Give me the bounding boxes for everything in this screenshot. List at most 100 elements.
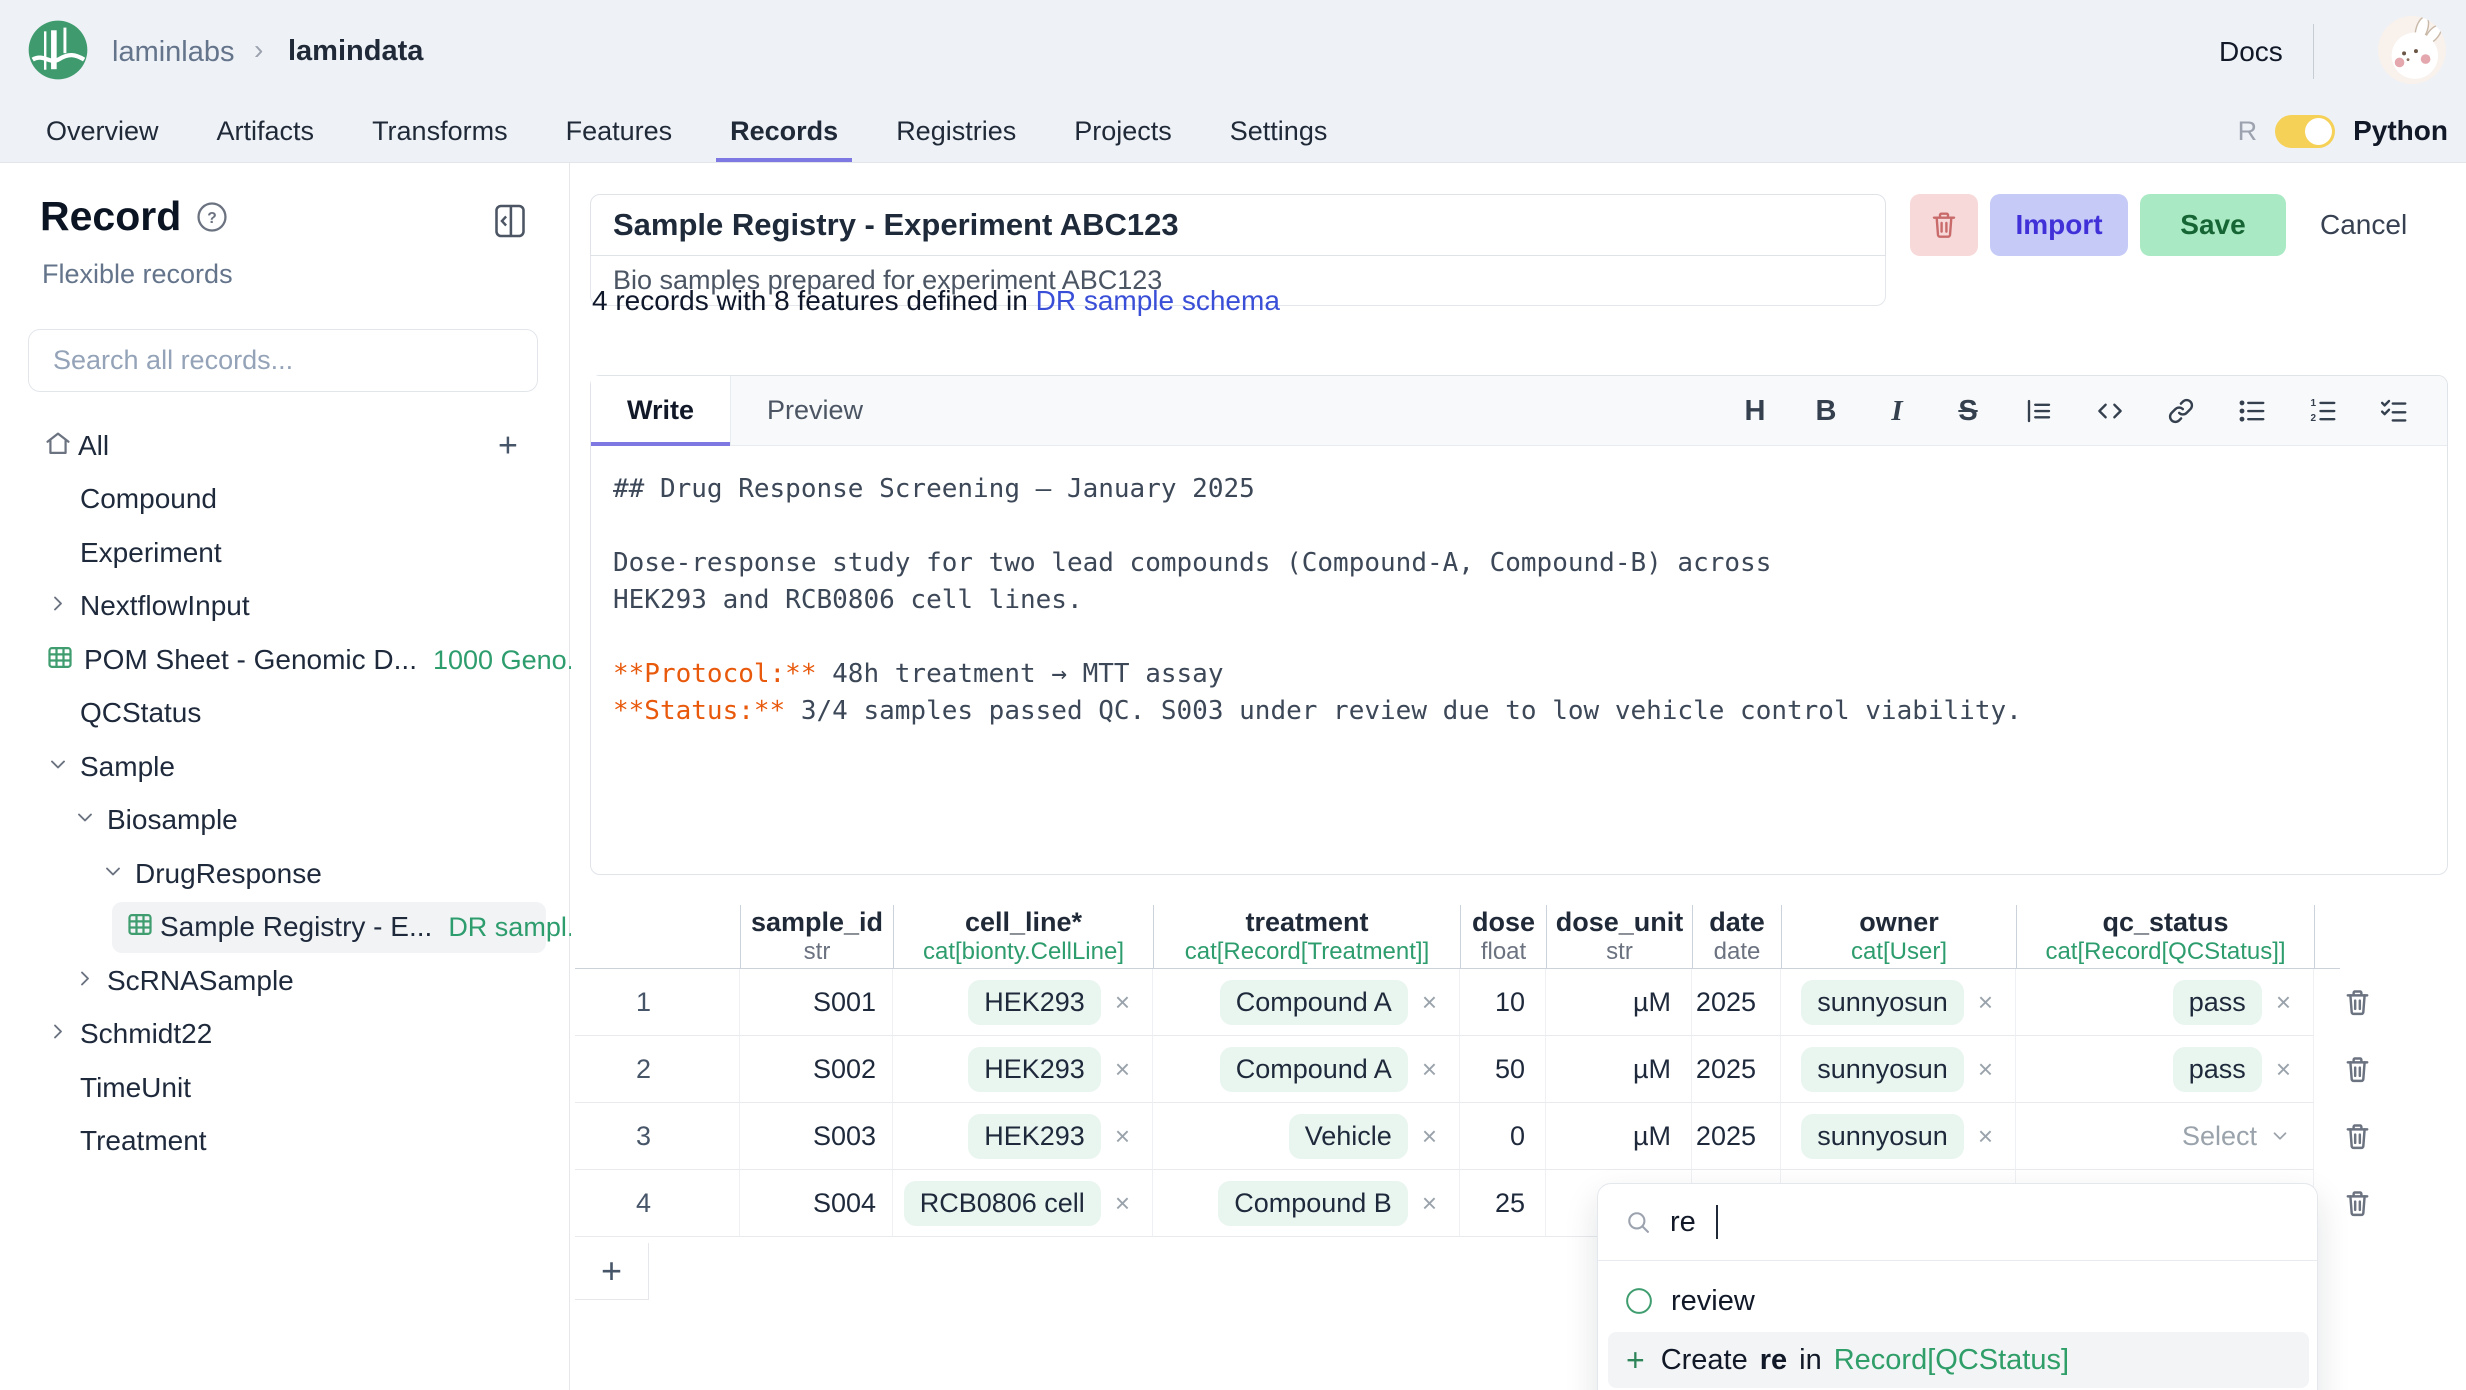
tab-preview[interactable]: Preview — [731, 376, 899, 445]
sidebar-item-compound[interactable]: Compound — [0, 473, 560, 526]
cancel-button[interactable]: Cancel — [2298, 194, 2429, 256]
sidebar-item-nextflowinput[interactable]: NextflowInput — [0, 580, 560, 633]
chevron-right-icon[interactable] — [46, 1020, 70, 1049]
nav-tab-settings[interactable]: Settings — [1230, 100, 1328, 162]
column-header-sample_id[interactable]: sample_idstr — [740, 905, 893, 968]
chevron-right-icon[interactable] — [46, 592, 70, 621]
remove-value-icon[interactable]: × — [1422, 1121, 1437, 1152]
remove-value-icon[interactable]: × — [1422, 987, 1437, 1018]
heading-icon[interactable]: H — [1738, 394, 1772, 428]
remove-value-icon[interactable]: × — [1422, 1054, 1437, 1085]
schema-link[interactable]: DR sample schema — [1036, 285, 1280, 316]
value-pill[interactable]: sunnyosun — [1801, 1047, 1964, 1092]
remove-value-icon[interactable]: × — [1115, 1054, 1130, 1085]
sidebar-item-pom-sheet-genomic-d[interactable]: POM Sheet - Genomic D...1000 Geno... — [0, 633, 560, 686]
value-pill[interactable]: Compound B — [1218, 1181, 1408, 1226]
value-pill[interactable]: HEK293 — [968, 1047, 1101, 1092]
dropdown-option-review[interactable]: review — [1598, 1276, 2317, 1326]
column-header-dose_unit[interactable]: dose_unitstr — [1546, 905, 1692, 968]
sidebar-item-timeunit[interactable]: TimeUnit — [0, 1061, 560, 1114]
sidebar-collapse-button[interactable] — [492, 201, 528, 241]
value-pill[interactable]: Vehicle — [1289, 1114, 1408, 1159]
language-r-label[interactable]: R — [2238, 116, 2258, 147]
lamin-logo-icon[interactable] — [26, 18, 90, 82]
cell-treatment[interactable]: Compound B × — [1153, 1170, 1460, 1237]
quote-icon[interactable] — [2022, 394, 2056, 428]
column-header-qc_status[interactable]: qc_statuscat[Record[QCStatus]] — [2016, 905, 2314, 968]
value-pill[interactable]: pass — [2173, 980, 2262, 1025]
nav-tab-overview[interactable]: Overview — [46, 100, 159, 162]
chevron-down-icon[interactable] — [73, 806, 97, 835]
remove-value-icon[interactable]: × — [1115, 1188, 1130, 1219]
strikethrough-icon[interactable]: S — [1951, 394, 1985, 428]
cell-dose_unit[interactable]: µM — [1546, 1103, 1692, 1170]
bold-icon[interactable]: B — [1809, 394, 1843, 428]
cell-dose_unit[interactable]: µM — [1546, 1036, 1692, 1103]
cell-date[interactable]: 2025 — [1692, 1036, 1781, 1103]
nav-tab-artifacts[interactable]: Artifacts — [217, 100, 315, 162]
cell-cell_line[interactable]: HEK293× — [893, 969, 1153, 1036]
column-header-cell_line[interactable]: cell_line*cat[bionty.CellLine] — [893, 905, 1153, 968]
add-row-button[interactable]: + — [575, 1243, 649, 1300]
sidebar-item-scrnasample[interactable]: ScRNASample — [0, 954, 560, 1007]
value-pill[interactable]: Compound A — [1220, 1047, 1408, 1092]
remove-value-icon[interactable]: × — [1978, 987, 1993, 1018]
cell-dose[interactable]: 0 — [1460, 1103, 1546, 1170]
delete-row-button[interactable] — [2337, 1050, 2377, 1090]
sidebar-item-sample[interactable]: Sample — [0, 740, 560, 793]
remove-value-icon[interactable]: × — [2276, 1054, 2291, 1085]
bullet-list-icon[interactable] — [2235, 394, 2269, 428]
value-pill[interactable]: sunnyosun — [1801, 1114, 1964, 1159]
sidebar-item-treatment[interactable]: Treatment — [0, 1115, 560, 1168]
cell-owner[interactable]: sunnyosun × — [1781, 1036, 2016, 1103]
value-pill[interactable]: sunnyosun — [1801, 980, 1964, 1025]
tab-write[interactable]: Write — [591, 376, 731, 445]
search-input[interactable] — [28, 329, 538, 392]
link-icon[interactable] — [2164, 394, 2198, 428]
cell-qc_status[interactable]: pass× — [2016, 1036, 2314, 1103]
delete-row-button[interactable] — [2337, 1117, 2377, 1157]
delete-row-button[interactable] — [2337, 983, 2377, 1023]
nav-tab-registries[interactable]: Registries — [896, 100, 1016, 162]
sidebar-item-all[interactable]: All+ — [0, 419, 560, 472]
cell-owner[interactable]: sunnyosun × — [1781, 1103, 2016, 1170]
cell-sample_id[interactable]: S001 — [740, 969, 893, 1036]
nav-tab-records[interactable]: Records — [730, 100, 838, 162]
cell-dose_unit[interactable]: µM — [1546, 969, 1692, 1036]
sidebar-item-qcstatus[interactable]: QCStatus — [0, 687, 560, 740]
nav-tab-projects[interactable]: Projects — [1074, 100, 1172, 162]
dropdown-search[interactable]: re — [1598, 1184, 2317, 1261]
cell-cell_line[interactable]: HEK293 × — [893, 1036, 1153, 1103]
sidebar-item-drugresponse[interactable]: DrugResponse — [0, 847, 560, 900]
cell-treatment[interactable]: Vehicle × — [1153, 1103, 1460, 1170]
value-pill[interactable]: Compound A — [1220, 980, 1408, 1025]
italic-icon[interactable]: I — [1880, 394, 1914, 428]
remove-value-icon[interactable]: × — [1978, 1121, 1993, 1152]
cell-date[interactable]: 2025 — [1692, 969, 1781, 1036]
cell-treatment[interactable]: Compound A × — [1153, 1036, 1460, 1103]
cell-dose[interactable]: 10 — [1460, 969, 1546, 1036]
docs-link[interactable]: Docs — [2219, 36, 2283, 68]
cell-cell_line[interactable]: RCB0806 cell× — [893, 1170, 1153, 1237]
cell-sample_id[interactable]: S004 — [740, 1170, 893, 1237]
add-record-type-button[interactable]: + — [498, 426, 518, 465]
editor-content[interactable]: ## Drug Response Screening — January 202… — [613, 471, 2425, 864]
cell-sample_id[interactable]: S002 — [740, 1036, 893, 1103]
cell-dose[interactable]: 25 — [1460, 1170, 1546, 1237]
help-icon[interactable]: ? — [195, 200, 229, 234]
column-header-owner[interactable]: ownercat[User] — [1781, 905, 2016, 968]
cell-owner[interactable]: sunnyosun × — [1781, 969, 2016, 1036]
dropdown-create-option[interactable]: + Create re in Record[QCStatus] — [1608, 1332, 2309, 1388]
remove-value-icon[interactable]: × — [1978, 1054, 1993, 1085]
remove-value-icon[interactable]: × — [1422, 1188, 1437, 1219]
value-pill[interactable]: HEK293 — [968, 1114, 1101, 1159]
sidebar-item-experiment[interactable]: Experiment — [0, 526, 560, 579]
language-toggle[interactable] — [2275, 115, 2335, 148]
cell-cell_line[interactable]: HEK293 × — [893, 1103, 1153, 1170]
language-python-label[interactable]: Python — [2353, 115, 2448, 147]
nav-tab-transforms[interactable]: Transforms — [372, 100, 508, 162]
cell-treatment[interactable]: Compound A × — [1153, 969, 1460, 1036]
avatar[interactable] — [2378, 16, 2446, 84]
remove-value-icon[interactable]: × — [1115, 1121, 1130, 1152]
breadcrumb-org[interactable]: laminlabs — [112, 36, 235, 69]
